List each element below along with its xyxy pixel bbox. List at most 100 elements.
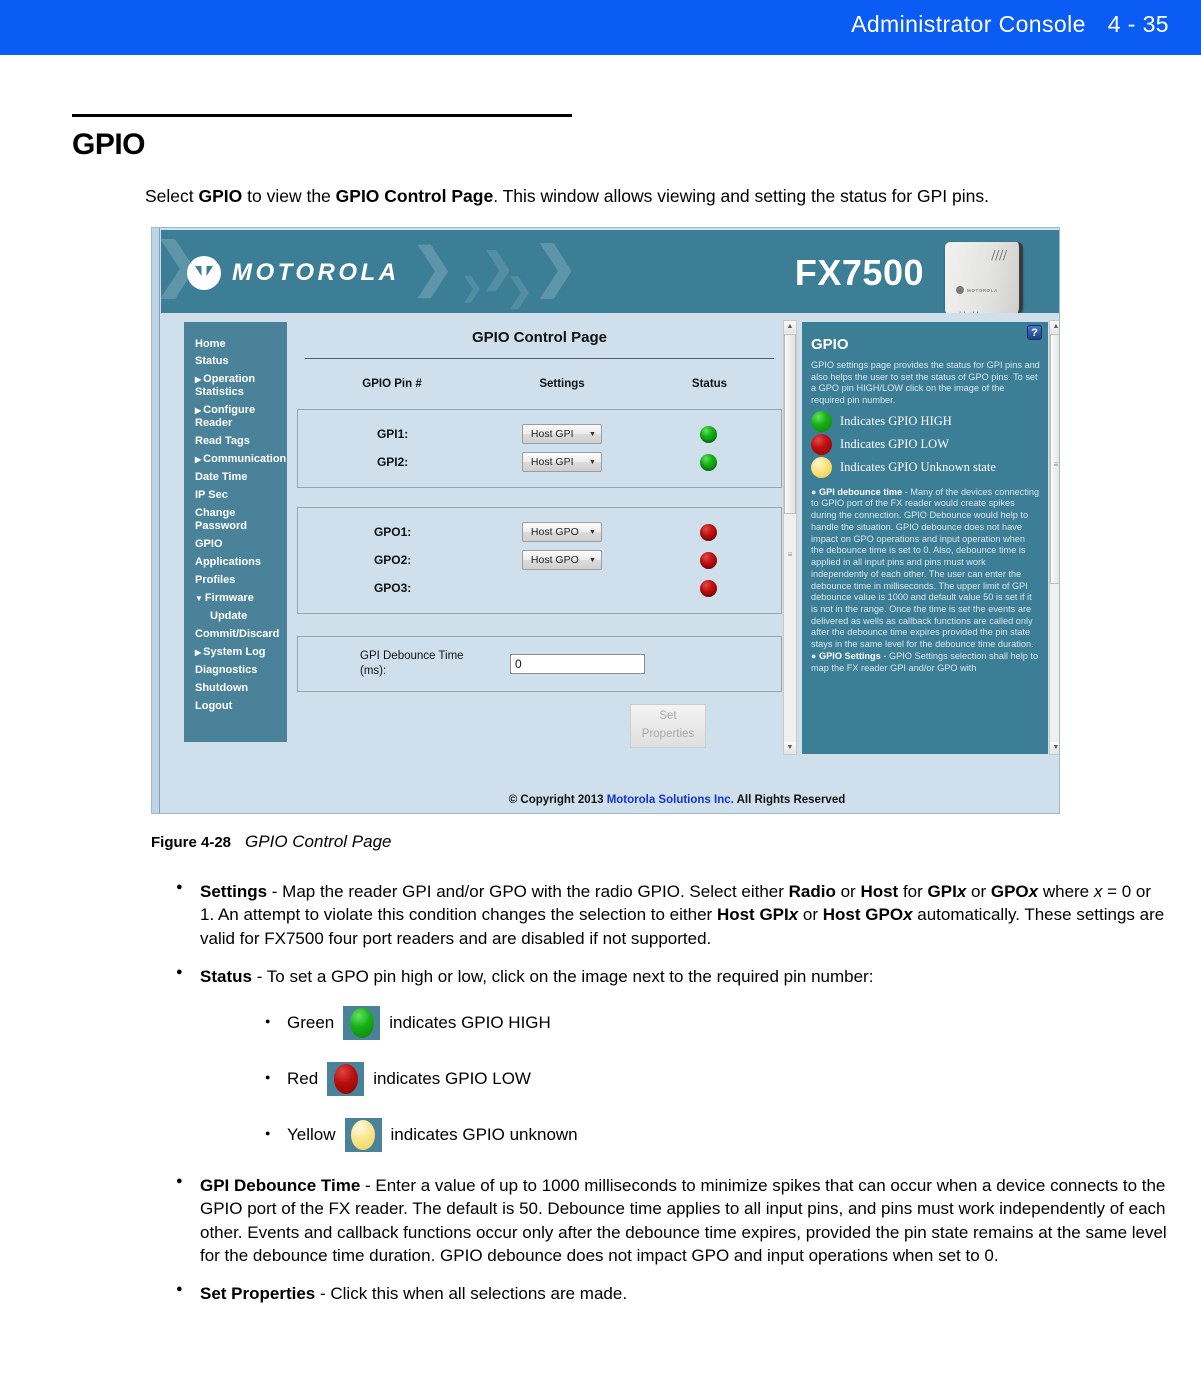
pin-label: GPI2: [376, 455, 409, 469]
sidebar-item-label: Home [195, 337, 226, 350]
page-header-text: Administrator Console 4 - 35 [851, 11, 1169, 38]
set-properties-button[interactable]: Set Properties [630, 703, 706, 748]
sidebar-item-logout[interactable]: Logout [184, 697, 287, 715]
status-swatch-yellow [344, 1118, 382, 1153]
device-vents-icon: |||| [989, 249, 1009, 261]
motorola-logo: MOTOROLA [187, 256, 400, 290]
chevron-down-icon: ▼ [588, 528, 596, 536]
main-scrollbar[interactable]: ▲ ≡ ▼ [783, 320, 797, 755]
setting-dropdown-gpo1[interactable]: Host GPO ▼ [521, 522, 602, 542]
sidebar-item-home[interactable]: Home [184, 335, 287, 353]
sidebar-item-system-log[interactable]: ▶ System Log [184, 643, 287, 661]
figure-screenshot: ❯ ❯ ❯ ❯ ❯ ❯ MOTOROLA FX7500 |||| MOTOROL… [151, 227, 1060, 814]
pin-label: GPO3: [373, 581, 412, 595]
help-question-icon[interactable]: ? [1027, 325, 1042, 340]
dropdown-value: Host GPI [530, 428, 574, 440]
sidebar-item-shutdown[interactable]: Shutdown [184, 679, 287, 697]
bullet-settings-title: Settings [200, 882, 268, 901]
setting-cell: Host GPO ▼ [487, 522, 636, 542]
sidebar-item-date-time[interactable]: Date Time [184, 469, 287, 487]
scroll-down-icon[interactable]: ▼ [1050, 742, 1059, 754]
pin-label: GPI1: [376, 427, 409, 441]
figure-caption: Figure 4-28 GPIO Control Page [151, 832, 392, 852]
sidebar-item-applications[interactable]: Applications [184, 554, 287, 572]
sidebar-item-label: Logout [195, 699, 233, 712]
setting-dropdown-gpi1[interactable]: Host GPI ▼ [521, 424, 602, 444]
page-header-title: Administrator Console [851, 11, 1086, 37]
sidebar-item-label: Commit/Discard [195, 627, 280, 640]
app-header: ❯ ❯ ❯ ❯ ❯ ❯ MOTOROLA FX7500 |||| MOTOROL… [161, 230, 1059, 313]
product-name: FX7500 [794, 252, 924, 293]
legend-led-yellow [811, 456, 832, 478]
sidebar-item-status[interactable]: Status [184, 353, 287, 371]
figure-number: Figure 4-28 [151, 834, 232, 851]
setting-dropdown-gpi2[interactable]: Host GPI ▼ [521, 452, 602, 472]
legend-label: Indicates GPIO Unknown state [840, 459, 996, 474]
sidebar-item-gpio[interactable]: GPIO [184, 536, 287, 554]
sidebar-item-profiles[interactable]: Profiles [184, 572, 287, 590]
sidebar-item-read-tags[interactable]: Read Tags [184, 433, 287, 451]
bullet-dot-icon: ● [811, 486, 817, 497]
sidebar-item-change-password[interactable]: Change Password [184, 505, 287, 536]
browser-left-strip [152, 228, 160, 813]
chevron-decor-icon: ❯ [506, 272, 533, 308]
scroll-up-icon[interactable]: ▲ [1050, 321, 1059, 333]
help-bullet2-title: GPIO Settings [819, 650, 881, 661]
intro-bold-gpio: GPIO [198, 186, 243, 206]
setting-dropdown-gpo2[interactable]: Host GPO ▼ [521, 550, 602, 570]
sidebar-item-communication[interactable]: ▶ Communication [184, 451, 287, 469]
sidebar-arrow-icon: ▶ [195, 455, 202, 465]
status-description: indicates GPIO LOW [373, 1069, 531, 1089]
copyright-text: © Copyright 2013 Motorola Solutions Inc.… [297, 794, 1057, 806]
documentation-bullets: Settings - Map the reader GPI and/or GPO… [172, 880, 1167, 1321]
page-number: 4 - 35 [1107, 11, 1169, 37]
status-cell [637, 579, 781, 597]
sidebar-item-configure-reader[interactable]: ▶ Configure Reader [184, 402, 287, 433]
status-led-green[interactable] [700, 425, 718, 443]
sidebar-item-update[interactable]: Update [184, 608, 287, 626]
intro-bold-control-page: GPIO Control Page [335, 186, 494, 206]
sidebar-item-label: Firmware [204, 592, 254, 605]
page-header-band: Administrator Console 4 - 35 [0, 0, 1201, 55]
bullet-status-title: Status [200, 966, 252, 986]
sidebar-arrow-icon: ▶ [195, 647, 202, 657]
debounce-input[interactable]: 0 [510, 653, 645, 674]
help-bullet-debounce: ● GPI debounce time - Many of the device… [811, 487, 1040, 651]
status-cell [637, 551, 781, 569]
help-scrollbar-thumb[interactable] [1050, 334, 1059, 584]
sidebar-item-label: GPIO [195, 538, 223, 551]
status-led-red[interactable] [700, 551, 718, 569]
legend-led-red [811, 433, 832, 455]
scroll-up-icon[interactable]: ▲ [784, 321, 796, 333]
set-properties-line1: Set [659, 710, 677, 723]
section-rule [72, 114, 572, 117]
help-bullet1-text: - Many of the devices connecting to GPIO… [811, 486, 1040, 650]
dropdown-value: Host GPO [530, 526, 579, 538]
status-led-green[interactable] [700, 453, 718, 471]
main-scrollbar-thumb[interactable] [784, 334, 796, 514]
help-bullets: ● GPI debounce time - Many of the device… [802, 479, 1048, 675]
intro-paragraph: Select GPIO to view the GPIO Control Pag… [145, 185, 1165, 209]
sidebar-item-firmware[interactable]: ▼ Firmware [184, 590, 287, 608]
status-led-red[interactable] [700, 579, 718, 597]
status-swatch-green [343, 1006, 381, 1041]
scroll-down-icon[interactable]: ▼ [784, 742, 796, 754]
status-cell [637, 453, 781, 471]
sidebar-arrow-icon: ▶ [195, 406, 202, 416]
status-led-red[interactable] [700, 523, 718, 541]
help-scrollbar[interactable]: ▲ ≡ ▼ [1049, 320, 1059, 755]
sidebar-item-commit-discard[interactable]: Commit/Discard [184, 625, 287, 643]
sidebar-item-label: Profiles [195, 574, 236, 587]
reader-device-image: |||| MOTOROLA || || [945, 242, 1023, 313]
sidebar-item-label: Configure Reader [195, 404, 256, 430]
debounce-group: GPI Debounce Time (ms): 0 [297, 636, 782, 692]
debounce-label-line2: (ms): [360, 664, 387, 677]
sidebar-item-label: IP Sec [195, 489, 228, 502]
status-cell [637, 425, 781, 443]
sidebar-item-ip-sec[interactable]: IP Sec [184, 487, 287, 505]
status-sub-bullets: Green indicates GPIO HIGH Red indicates GPI… [260, 1006, 1167, 1153]
copyright-link[interactable]: Motorola Solutions Inc. [607, 794, 734, 806]
sidebar-item-operation-statistics[interactable]: ▶ Operation Statistics [184, 371, 287, 402]
sidebar-item-diagnostics[interactable]: Diagnostics [184, 661, 287, 679]
chevron-decor-icon: ❯ [411, 239, 455, 297]
